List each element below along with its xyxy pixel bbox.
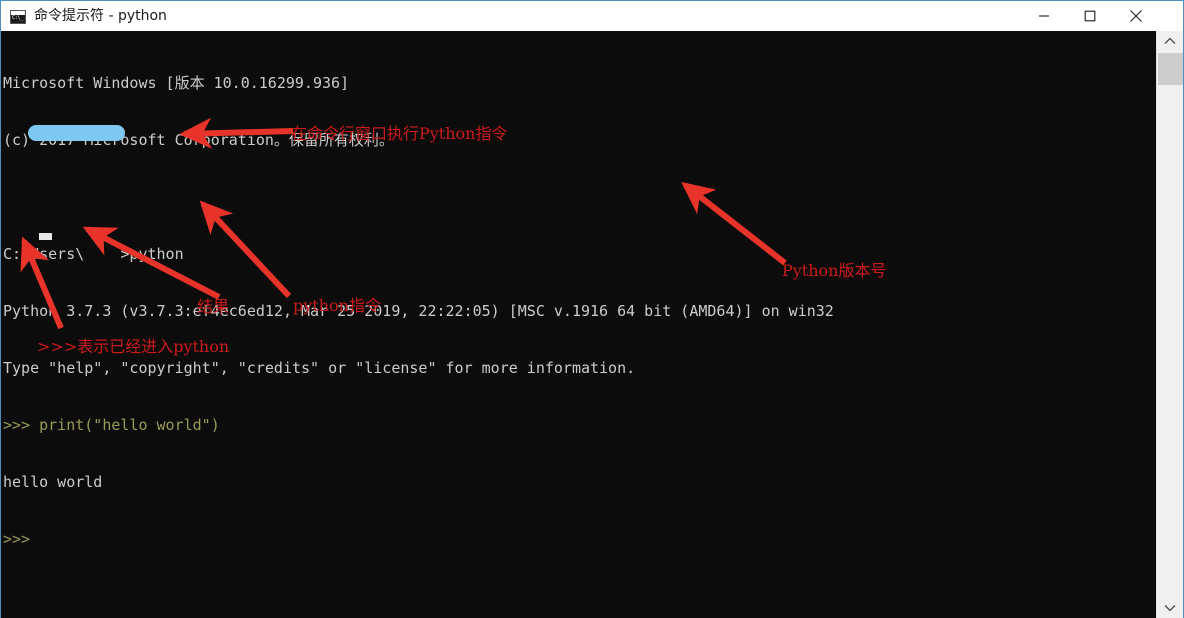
console-line: >>> print("hello world") <box>3 416 220 434</box>
annotation-entered-python: >>>表示已经进入python <box>37 337 230 356</box>
cmd-icon: C:\_ <box>10 10 26 24</box>
annotation-python-version: Python版本号 <box>782 261 887 280</box>
scroll-up-arrow-icon <box>1164 37 1176 44</box>
console-line: >>> <box>3 530 40 548</box>
minimize-button[interactable] <box>1021 1 1067 30</box>
console-line: hello world <box>3 473 103 491</box>
console-line: Type "help", "copyright", "credits" or "… <box>3 359 636 377</box>
annotation-result: 结果 <box>197 297 230 316</box>
close-icon <box>1130 9 1142 22</box>
console-line: Python 3.7.3 (v3.7.3:ef4ec6ed12, Mar 25 … <box>3 302 834 320</box>
maximize-button[interactable] <box>1067 1 1113 30</box>
annotation-python-command: python指令 <box>293 296 381 315</box>
scroll-down-arrow-icon <box>1164 605 1176 612</box>
title-bar[interactable]: C:\_ 命令提示符 - python <box>1 1 1183 32</box>
text-cursor <box>39 233 52 240</box>
console-line: C:\Users\ >python <box>3 245 184 263</box>
vertical-scrollbar[interactable] <box>1156 31 1183 618</box>
scrollbar-thumb[interactable] <box>1158 53 1183 85</box>
maximize-icon <box>1084 10 1096 21</box>
scroll-down-button[interactable] <box>1157 598 1183 618</box>
console-output-area[interactable]: Microsoft Windows [版本 10.0.16299.936] (c… <box>1 31 1156 618</box>
annotation-exec-python: 在命令行窗口执行Python指令 <box>291 124 508 143</box>
console-line: Microsoft Windows [版本 10.0.16299.936] <box>3 74 350 92</box>
console-text: Microsoft Windows [版本 10.0.16299.936] (c… <box>3 36 834 587</box>
scroll-up-button[interactable] <box>1157 31 1183 51</box>
minimize-icon <box>1039 14 1049 17</box>
redacted-username <box>28 125 125 141</box>
close-button[interactable] <box>1113 1 1159 30</box>
window-title: 命令提示符 - python <box>34 8 167 24</box>
command-prompt-window: C:\_ 命令提示符 - python Microsoft Windows [版… <box>0 0 1184 618</box>
